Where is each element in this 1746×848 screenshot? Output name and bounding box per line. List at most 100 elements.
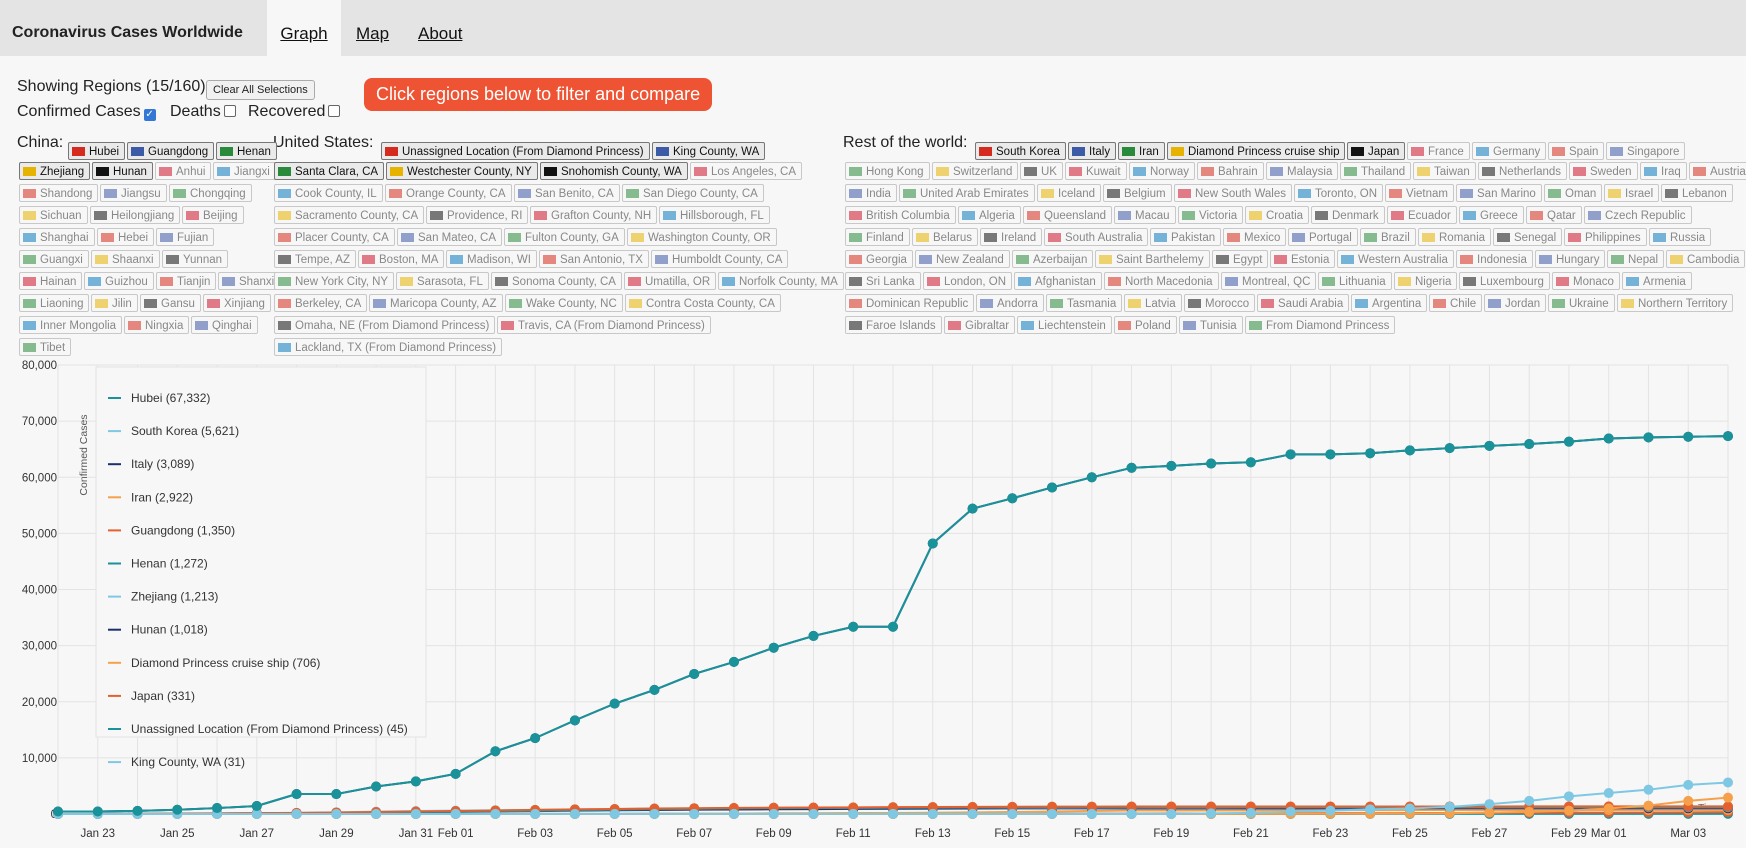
region-chip-world[interactable]: British Columbia [845,206,956,224]
region-chip-china[interactable]: Hunan [92,162,153,180]
region-chip-world[interactable]: Croatia [1245,206,1310,224]
region-chip-world[interactable]: Lebanon [1661,184,1733,202]
region-chip-world[interactable]: Cambodia [1666,250,1746,268]
region-chip-world[interactable]: Ecuador [1387,206,1457,224]
region-chip-us[interactable]: Berkeley, CA [274,294,368,312]
region-chip-us[interactable]: Santa Clara, CA [274,162,385,180]
region-chip-world[interactable]: India [845,184,897,202]
region-chip-world[interactable]: Tasmania [1046,294,1123,312]
clear-selections-button[interactable]: Clear All Selections [206,80,315,100]
region-chip-world[interactable]: Georgia [845,250,913,268]
metric-recovered[interactable]: Recovered [248,103,341,121]
region-chip-china[interactable]: Jiangxi [213,162,276,180]
region-chip-world[interactable]: Spain [1548,142,1605,160]
region-chip-world[interactable]: Latvia [1124,294,1182,312]
region-chip-china[interactable]: Shanxi [218,272,281,290]
region-chip-us[interactable]: Sacramento County, CA [274,206,425,224]
region-chip-us[interactable]: Wake County, NC [505,294,623,312]
region-chip-world[interactable]: Japan [1347,142,1406,160]
region-chip-world[interactable]: Romania [1418,228,1492,246]
region-chip-world[interactable]: Greece [1459,206,1524,224]
region-chip-world[interactable]: Monaco [1552,272,1620,290]
region-chip-china[interactable]: Henan [216,142,277,160]
region-chip-us[interactable]: King County, WA [652,142,766,160]
region-chip-world[interactable]: Oman [1544,184,1603,202]
region-chip-world[interactable]: Senegal [1493,228,1563,246]
region-chip-us[interactable]: Los Angeles, CA [690,162,803,180]
region-chip-world[interactable]: Germany [1472,142,1547,160]
tab-graph[interactable]: Graph [267,0,341,56]
metric-confirmed[interactable]: Confirmed Cases ✓ [17,103,156,121]
region-chip-world[interactable]: Afghanistan [1014,272,1102,290]
region-chip-us[interactable]: Maricopa County, AZ [369,294,503,312]
region-chip-us[interactable]: Providence, RI [426,206,529,224]
tab-map[interactable]: Map [356,0,389,56]
region-chip-world[interactable]: Iraq [1640,162,1687,180]
region-chip-us[interactable]: Madison, WI [446,250,537,268]
region-chip-china[interactable]: Liaoning [19,294,90,312]
region-chip-world[interactable]: London, ON [923,272,1013,290]
region-chip-world[interactable]: Western Australia [1337,250,1454,268]
region-chip-world[interactable]: Indonesia [1456,250,1533,268]
region-chip-china[interactable]: Ningxia [124,316,190,334]
region-chip-world[interactable]: New South Wales [1174,184,1292,202]
region-chip-world[interactable]: Finland [845,228,910,246]
region-chip-china[interactable]: Guangdong [127,142,215,160]
region-chip-world[interactable]: Queensland [1023,206,1113,224]
region-chip-world[interactable]: North Macedonia [1104,272,1219,290]
region-chip-us[interactable]: Tempe, AZ [274,250,356,268]
region-chip-world[interactable]: Qatar [1526,206,1582,224]
region-chip-world[interactable]: Portugal [1288,228,1358,246]
region-chip-us[interactable]: Boston, MA [358,250,445,268]
region-chip-world[interactable]: South Australia [1044,228,1149,246]
region-chip-china[interactable]: Heilongjiang [90,206,181,224]
region-chip-us[interactable]: Snohomish County, WA [540,162,688,180]
region-chip-world[interactable]: Morocco [1184,294,1256,312]
region-chip-world[interactable]: Diamond Princess cruise ship [1167,142,1346,160]
region-chip-world[interactable]: Macau [1114,206,1176,224]
region-chip-world[interactable]: Lithuania [1318,272,1392,290]
region-chip-china[interactable]: Guangxi [19,250,89,268]
region-chip-china[interactable]: Qinghai [191,316,258,334]
region-chip-us[interactable]: Fulton County, GA [504,228,625,246]
region-chip-us[interactable]: Sarasota, FL [396,272,489,290]
region-chip-china[interactable]: Shaanxi [91,250,160,268]
region-chip-world[interactable]: Luxembourg [1459,272,1550,290]
region-chip-china[interactable]: Fujian [156,228,215,246]
region-chip-world[interactable]: San Marino [1456,184,1542,202]
region-chip-world[interactable]: Ukraine [1548,294,1615,312]
region-chip-china[interactable]: Tibet [19,338,72,356]
region-chip-china[interactable]: Hubei [68,142,126,160]
region-chip-world[interactable]: Pakistan [1150,228,1222,246]
region-chip-china[interactable]: Zhejiang [19,162,91,180]
region-chip-world[interactable]: Sri Lanka [845,272,921,290]
region-chip-world[interactable]: Kuwait [1065,162,1127,180]
region-chip-china[interactable]: Sichuan [19,206,88,224]
region-chip-world[interactable]: Iran [1118,142,1165,160]
region-chip-world[interactable]: Belgium [1103,184,1172,202]
confirmed-checkbox[interactable]: ✓ [143,109,156,121]
region-chip-world[interactable]: Northern Territory [1617,294,1734,312]
region-chip-world[interactable]: Italy [1068,142,1117,160]
region-chip-world[interactable]: France [1407,142,1470,160]
recovered-checkbox[interactable] [328,105,341,117]
region-chip-us[interactable]: Travis, CA (From Diamond Princess) [497,316,711,334]
region-chip-world[interactable]: Algeria [958,206,1021,224]
region-chip-world[interactable]: Singapore [1606,142,1686,160]
region-chip-world[interactable]: Norway [1129,162,1195,180]
region-chip-world[interactable]: Netherlands [1478,162,1568,180]
region-chip-china[interactable]: Anhui [155,162,212,180]
region-chip-world[interactable]: United Arab Emirates [899,184,1035,202]
region-chip-world[interactable]: Jordan [1484,294,1547,312]
region-chip-world[interactable]: Belarus [912,228,978,246]
region-chip-world[interactable]: Saint Barthelemy [1095,250,1210,268]
region-chip-world[interactable]: Poland [1114,316,1177,334]
region-chip-world[interactable]: Philippines [1564,228,1647,246]
region-chip-us[interactable]: Sonoma County, CA [491,272,622,290]
region-chip-world[interactable]: Estonia [1270,250,1336,268]
region-chip-us[interactable]: Placer County, CA [274,228,395,246]
region-chip-us[interactable]: Unassigned Location (From Diamond Prince… [381,142,650,160]
region-chip-us[interactable]: Lackland, TX (From Diamond Princess) [274,338,503,356]
region-chip-world[interactable]: Azerbaijan [1012,250,1094,268]
region-chip-us[interactable]: Westchester County, NY [386,162,538,180]
